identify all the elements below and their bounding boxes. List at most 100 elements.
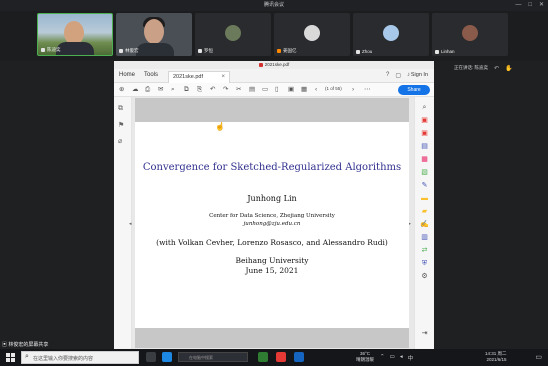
collapse-left-icon[interactable]: ◂ <box>129 221 132 227</box>
participant-name: 姜国亿 <box>283 48 297 53</box>
pdf-menubar: Home Tools 2021ske.pdf × ? ▢ ♪ Sign In <box>114 69 434 83</box>
comment-tool-icon[interactable]: ▬ <box>420 194 429 203</box>
avatar <box>462 24 478 41</box>
network-icon[interactable]: ▭ <box>390 354 395 362</box>
slide-top-band <box>135 98 409 122</box>
paper-author: Junhong Lin <box>247 194 297 203</box>
copy-icon[interactable]: ⎘ <box>197 86 202 94</box>
task-view-icon[interactable] <box>146 352 156 362</box>
bell-icon[interactable]: ♪ <box>407 72 410 79</box>
participant-name: 罗恒 <box>204 48 213 53</box>
new-icon[interactable]: ⊕ <box>119 86 124 94</box>
chevron-up-icon[interactable]: ⌃ <box>380 354 385 362</box>
grid-icon[interactable]: ▦ <box>301 86 307 94</box>
tencent-meeting-icon[interactable] <box>294 352 304 362</box>
mic-icon <box>119 49 123 53</box>
fill-sign-icon[interactable]: ✎ <box>420 181 429 190</box>
mic-icon <box>41 48 45 52</box>
paper-title: Convergence for Sketched-Regularized Alg… <box>142 162 402 173</box>
meeting-title: 腾讯会议 <box>263 2 284 8</box>
speaker-status: 正在讲话: 陈迪奕 ↶ ✋ <box>440 61 548 75</box>
avatar <box>304 24 320 41</box>
export-pdf-icon[interactable]: ▣ <box>420 116 429 125</box>
screenshot-icon[interactable]: ▣ <box>288 86 294 94</box>
thumbnails-icon[interactable]: ⧉ <box>118 105 123 113</box>
windows-start-icon[interactable] <box>6 353 15 362</box>
more-icon[interactable]: ⋯ <box>364 86 371 94</box>
organize-icon[interactable]: ▦ <box>420 155 429 164</box>
avatar <box>383 24 399 41</box>
print-icon[interactable]: ⎙ <box>145 86 150 94</box>
redo-icon[interactable]: ↷ <box>223 86 228 94</box>
notification-icon[interactable]: ▭ <box>535 353 542 361</box>
close-icon[interactable]: ✕ <box>539 0 544 11</box>
participant-tile[interactable]: Linhan <box>432 13 508 56</box>
taskbar-search-input[interactable]: ⌕ 在这里输入你要搜索的内容 <box>21 351 139 364</box>
minimize-icon[interactable]: — <box>515 0 521 11</box>
protect-icon[interactable]: ▥ <box>420 233 429 242</box>
note-icon[interactable]: ▰ <box>420 207 429 216</box>
upload-icon[interactable]: ☁ <box>132 86 139 94</box>
collapse-panel-icon[interactable]: ⇥ <box>420 329 429 338</box>
undo-icon[interactable]: ↶ <box>210 86 215 94</box>
system-tray: ⌃ ▭ ◂ 中 <box>380 354 413 362</box>
taskbar-clock[interactable]: 14:31 周二 2021/6/15 <box>485 351 507 363</box>
paste-icon[interactable]: ▤ <box>249 86 255 94</box>
hand-cursor-icon: ☝ <box>215 122 225 131</box>
app-search-input[interactable]: 在电脑中搜索 <box>178 352 248 362</box>
participant-tile[interactable]: 罗恒 <box>195 13 271 56</box>
paper-affiliation: Center for Data Science, Zhejiang Univer… <box>209 213 335 219</box>
participant-tile[interactable]: 林俊宏 <box>116 13 192 56</box>
next-page-icon[interactable]: › <box>352 86 354 94</box>
mic-icon <box>435 49 439 54</box>
paper-collaborators: (with Volkan Cevher, Lorenzo Rosasco, an… <box>156 238 388 247</box>
paper-email: junhong@zju.edu.cn <box>243 221 301 227</box>
volume-icon[interactable]: ◂ <box>400 354 403 362</box>
right-tools-rail: ⌕ ▣ ▣ ▤ ▦ ▧ ✎ ▬ ▰ ✍ ▥ ⇄ ⛨ ⚙ ⇥ <box>414 97 434 349</box>
zoom-icon[interactable]: ⌕ <box>420 103 429 112</box>
comment-icon[interactable]: ▢ <box>395 72 401 79</box>
participant-name: Zhou <box>362 49 373 54</box>
document-tab[interactable]: 2021ske.pdf × <box>168 71 230 83</box>
menu-tools[interactable]: Tools <box>144 72 158 78</box>
close-icon[interactable]: × <box>221 72 225 83</box>
prev-page-icon[interactable]: ‹ <box>315 86 317 94</box>
combine-icon[interactable]: ▤ <box>420 142 429 151</box>
window-controls: — □ ✕ <box>515 0 544 11</box>
maximize-icon[interactable]: □ <box>528 0 532 11</box>
wps-icon[interactable] <box>276 352 286 362</box>
app-icon[interactable] <box>162 352 172 362</box>
hand-icon[interactable]: ✋ <box>505 65 512 72</box>
edit-pdf-icon[interactable]: ▧ <box>420 168 429 177</box>
participant-tile[interactable]: 陈迪奕 <box>37 13 113 56</box>
participant-tile[interactable]: Zhou <box>353 13 429 56</box>
weather-widget[interactable]: 36°C 晴朗温暖 <box>356 351 374 363</box>
participant-video <box>144 19 164 44</box>
share-button[interactable]: Share <box>398 85 430 95</box>
sign-in-link[interactable]: Sign In <box>411 72 428 78</box>
more-tools-icon[interactable]: ⚙ <box>420 272 429 281</box>
sign-icon[interactable]: ✍ <box>420 220 429 229</box>
bookmark-icon[interactable]: ⚑ <box>118 121 124 129</box>
tool-icon[interactable]: ⧉ <box>184 86 189 94</box>
help-icon[interactable]: ? <box>386 72 389 79</box>
page-icon[interactable]: ▯ <box>275 86 279 94</box>
shield-icon[interactable]: ⛨ <box>420 259 429 268</box>
create-pdf-icon[interactable]: ▣ <box>420 129 429 138</box>
search-icon[interactable]: ⌕ <box>171 86 175 94</box>
pdf-window-title: 2021ske.pdf <box>114 61 434 69</box>
attachment-icon[interactable]: ⌀ <box>118 137 122 145</box>
screen-share-label: ▣ 林俊宏的屏幕共享 <box>2 342 49 348</box>
mic-icon <box>277 49 281 53</box>
menu-home[interactable]: Home <box>119 72 135 78</box>
send-icon[interactable]: ⇄ <box>420 246 429 255</box>
wechat-icon[interactable] <box>258 352 268 362</box>
delete-icon[interactable]: ▭ <box>262 86 268 94</box>
ime-icon[interactable]: 中 <box>408 354 414 362</box>
pdf-toolbar: ⊕ ☁ ⎙ ✉ ⌕ ⧉ ⎘ ↶ ↷ ✂ ▤ ▭ ▯ ▣ ▦ ‹ (1 of 55… <box>114 83 434 97</box>
cut-icon[interactable]: ✂ <box>236 86 241 94</box>
mic-icon <box>356 49 360 54</box>
arrow-left-icon[interactable]: ↶ <box>494 65 499 72</box>
participant-tile[interactable]: 姜国亿 <box>274 13 350 56</box>
email-icon[interactable]: ✉ <box>158 86 163 94</box>
